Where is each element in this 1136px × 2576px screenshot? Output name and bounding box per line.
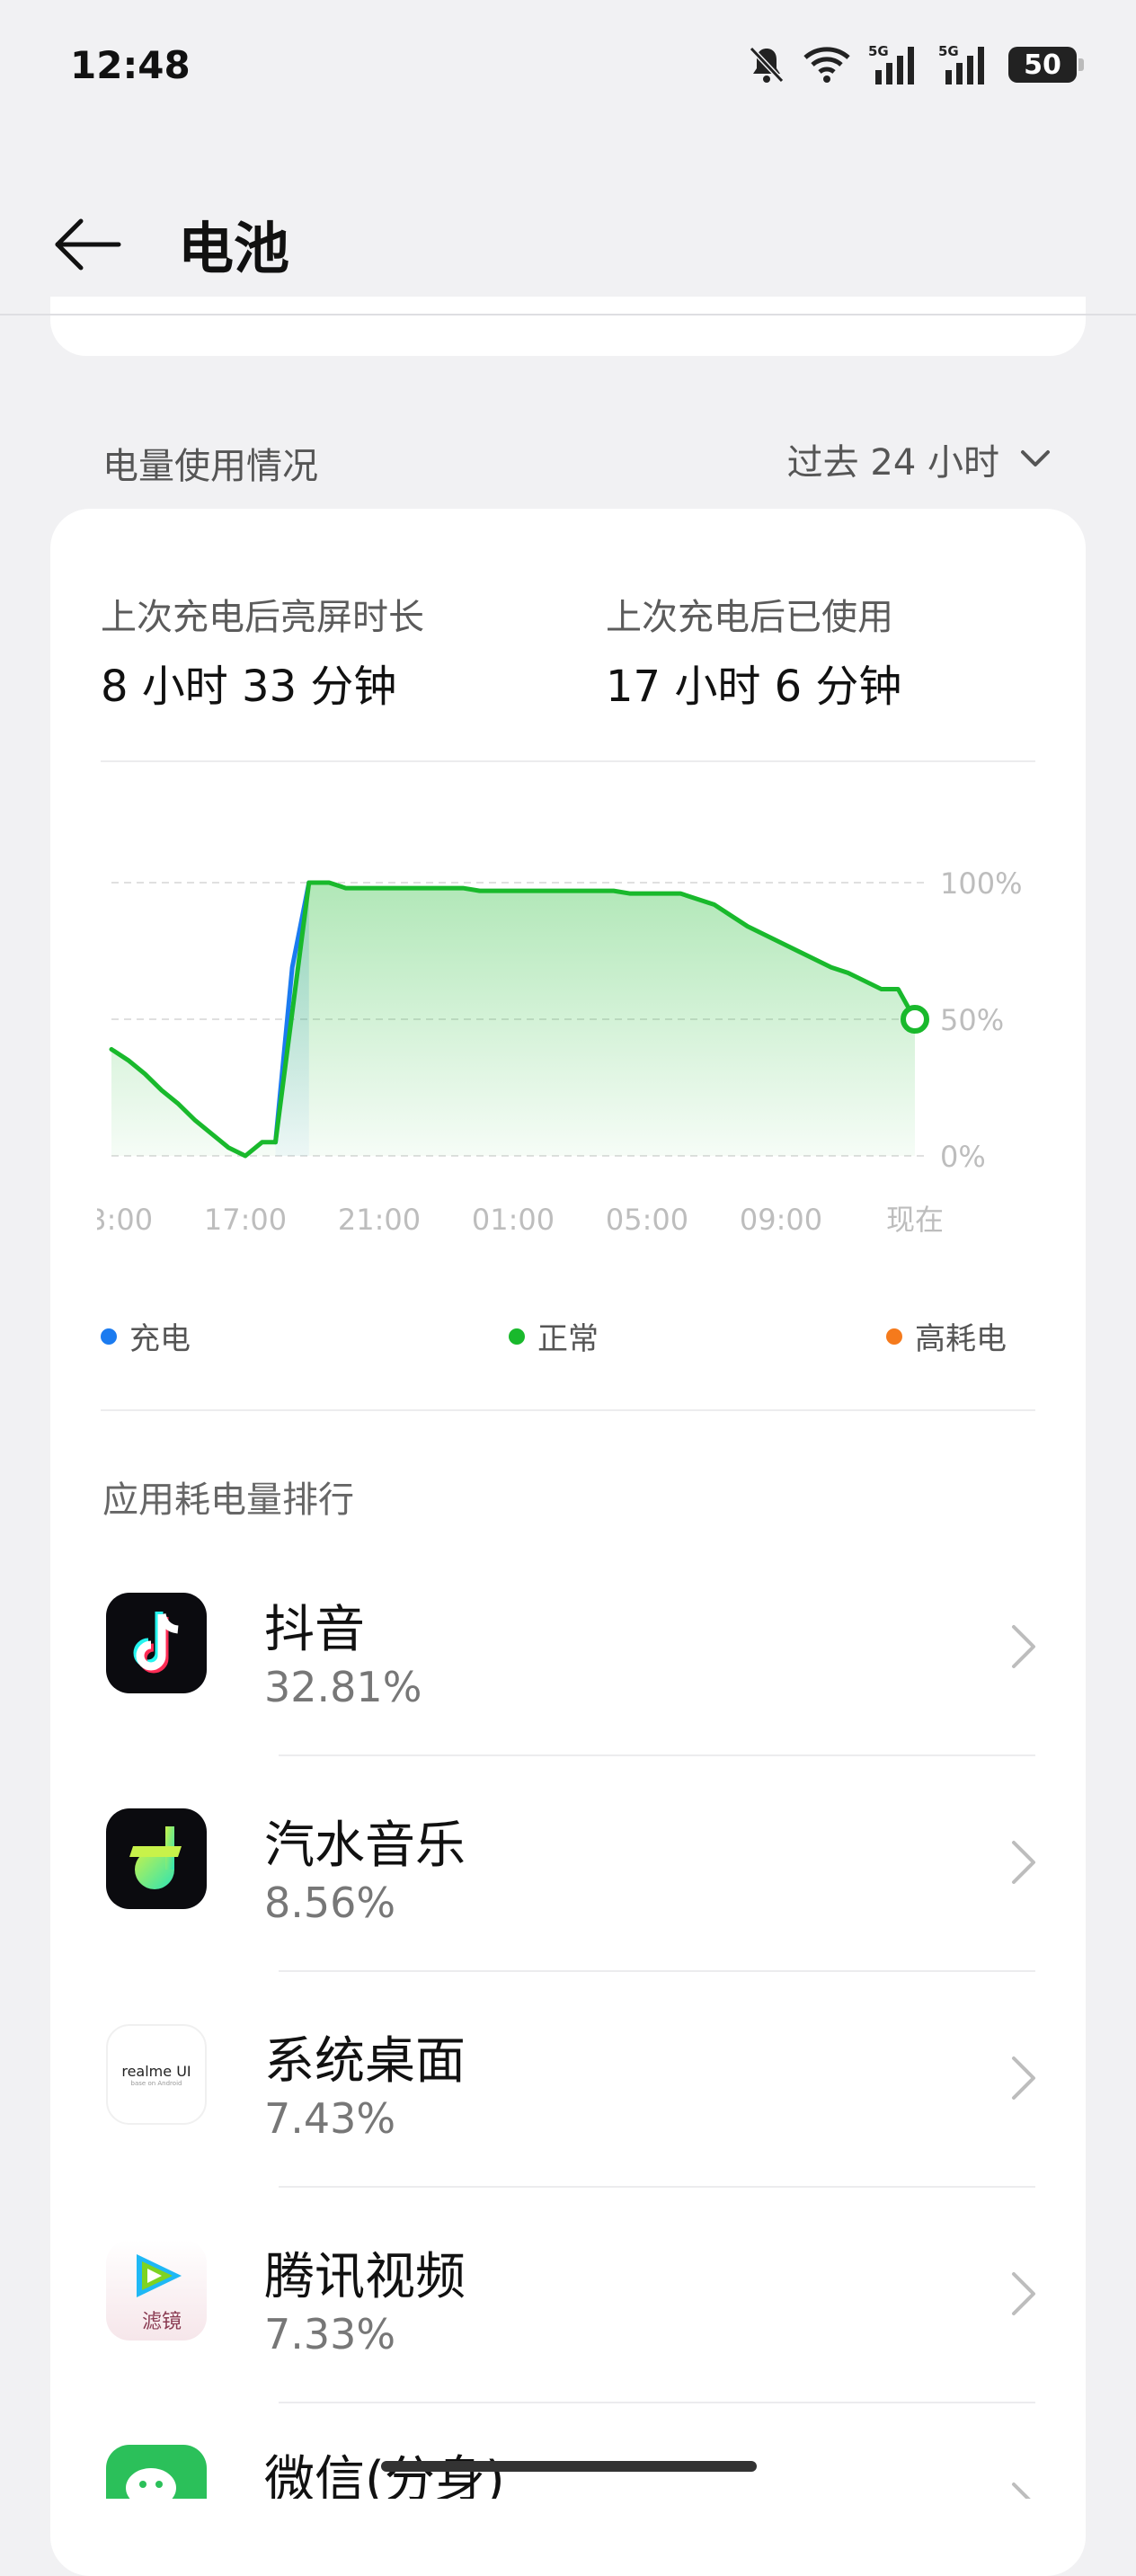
legend-normal: 正常 [509, 1314, 599, 1358]
legend-label-normal: 正常 [537, 1321, 599, 1357]
stats-divider [101, 760, 1035, 762]
app-percent: 8.56% [264, 1879, 396, 1927]
app-name: 系统桌面 [264, 2032, 466, 2091]
chevron-down-icon [1021, 450, 1050, 466]
realme-ui-icon: realme UI base on Android [106, 2024, 207, 2125]
legend-dot-charging [101, 1328, 117, 1345]
x-tick-label: 21:00 [338, 1203, 421, 1237]
chevron-right-icon [1012, 1625, 1035, 1668]
qishui-music-icon [106, 1808, 207, 1909]
tencent-video-icon-text: 滤镜 [142, 2311, 182, 2333]
battery-chart: 100% 50% 0% 13:00 17:00 21:00 01:00 05:00 09:00 现… [97, 866, 1022, 1237]
page-title: 电池 [178, 216, 290, 281]
used-value: 17 小时 6 分钟 [606, 662, 902, 712]
screen-on-label: 上次充电后亮屏时长 [101, 597, 424, 638]
chevron-right-icon [1012, 1841, 1035, 1884]
x-tick-label: 05:00 [606, 1203, 688, 1237]
period-select[interactable]: 过去 24 小时 [787, 433, 1052, 485]
arrow-left-icon [55, 218, 121, 271]
app-percent: 7.33% [264, 2310, 396, 2358]
douyin-icon [106, 1593, 207, 1693]
period-select-value: 过去 24 小时 [786, 442, 999, 484]
used-label: 上次充电后已使用 [606, 597, 893, 638]
tencent-video-icon: 滤镜 [106, 2240, 207, 2341]
header-divider [0, 314, 1136, 315]
realme-ui-text: realme UI [121, 2062, 191, 2080]
legend-high: 高耗电 [886, 1314, 1007, 1358]
status-time: 12:48 [70, 43, 191, 87]
ranking-title: 应用耗电量排行 [102, 1479, 354, 1521]
x-tick-label: 17:00 [204, 1203, 287, 1237]
legend-charging: 充电 [101, 1314, 191, 1358]
chevron-right-icon [1012, 2056, 1035, 2100]
legend-label-high: 高耗电 [915, 1321, 1007, 1357]
app-name: 腾讯视频 [264, 2248, 466, 2306]
svg-text:5G: 5G [938, 43, 959, 59]
battery-icon: 50 [1008, 47, 1084, 83]
y-tick-label: 0% [940, 1140, 986, 1174]
wifi-icon [803, 47, 850, 83]
app-percent: 32.81% [264, 1663, 422, 1711]
wechat-icon [106, 2445, 207, 2499]
app-name: 汽水音乐 [264, 1817, 466, 1875]
status-bar: 12:48 5G 5G 50 [0, 0, 1136, 135]
x-tick-label: 01:00 [472, 1203, 555, 1237]
realme-ui-subtext: base on Android [130, 2079, 182, 2087]
app-row-tencent-video[interactable]: 滤镜 腾讯视频 7.33% [50, 2188, 1086, 2403]
app-name: 抖音 [264, 1601, 365, 1659]
legend-divider [101, 1409, 1035, 1411]
chevron-right-icon [1012, 2272, 1035, 2315]
back-button[interactable] [50, 209, 131, 280]
previous-card [50, 297, 1086, 356]
series-area-1 [111, 883, 915, 1156]
svg-text:5G: 5G [868, 43, 889, 59]
app-row-qishui[interactable]: 汽水音乐 8.56% [50, 1756, 1086, 1972]
current-marker [901, 1005, 929, 1034]
screen-on-value: 8 小时 33 分钟 [101, 662, 397, 712]
app-percent: 7.43% [264, 2094, 396, 2143]
y-tick-label: 100% [940, 866, 1022, 901]
signal-5g-icon: 5G [868, 43, 914, 84]
x-tick-label: 现在 [886, 1203, 944, 1237]
usage-section-label: 电量使用情况 [102, 446, 318, 487]
y-tick-label: 50% [940, 1003, 1004, 1037]
legend-label-charging: 充电 [129, 1321, 191, 1357]
bell-muted-icon [749, 46, 785, 84]
status-icons: 5G 5G 50 [748, 41, 1084, 88]
app-row-launcher[interactable]: realme UI base on Android 系统桌面 7.43% [50, 1972, 1086, 2188]
x-tick-label: 13:00 [97, 1203, 153, 1237]
home-indicator[interactable] [381, 2461, 757, 2472]
app-row-wechat-clone[interactable]: 微信(分身) [50, 2403, 1086, 2499]
signal-5g-icon-2: 5G [938, 43, 984, 84]
app-row-douyin[interactable]: 抖音 32.81% [50, 1541, 1086, 1756]
legend-dot-high [886, 1328, 902, 1345]
x-tick-label: 09:00 [740, 1203, 822, 1237]
legend-dot-normal [509, 1328, 525, 1345]
page-header: 电池 [0, 162, 1136, 315]
chevron-right-icon [1012, 2483, 1031, 2499]
